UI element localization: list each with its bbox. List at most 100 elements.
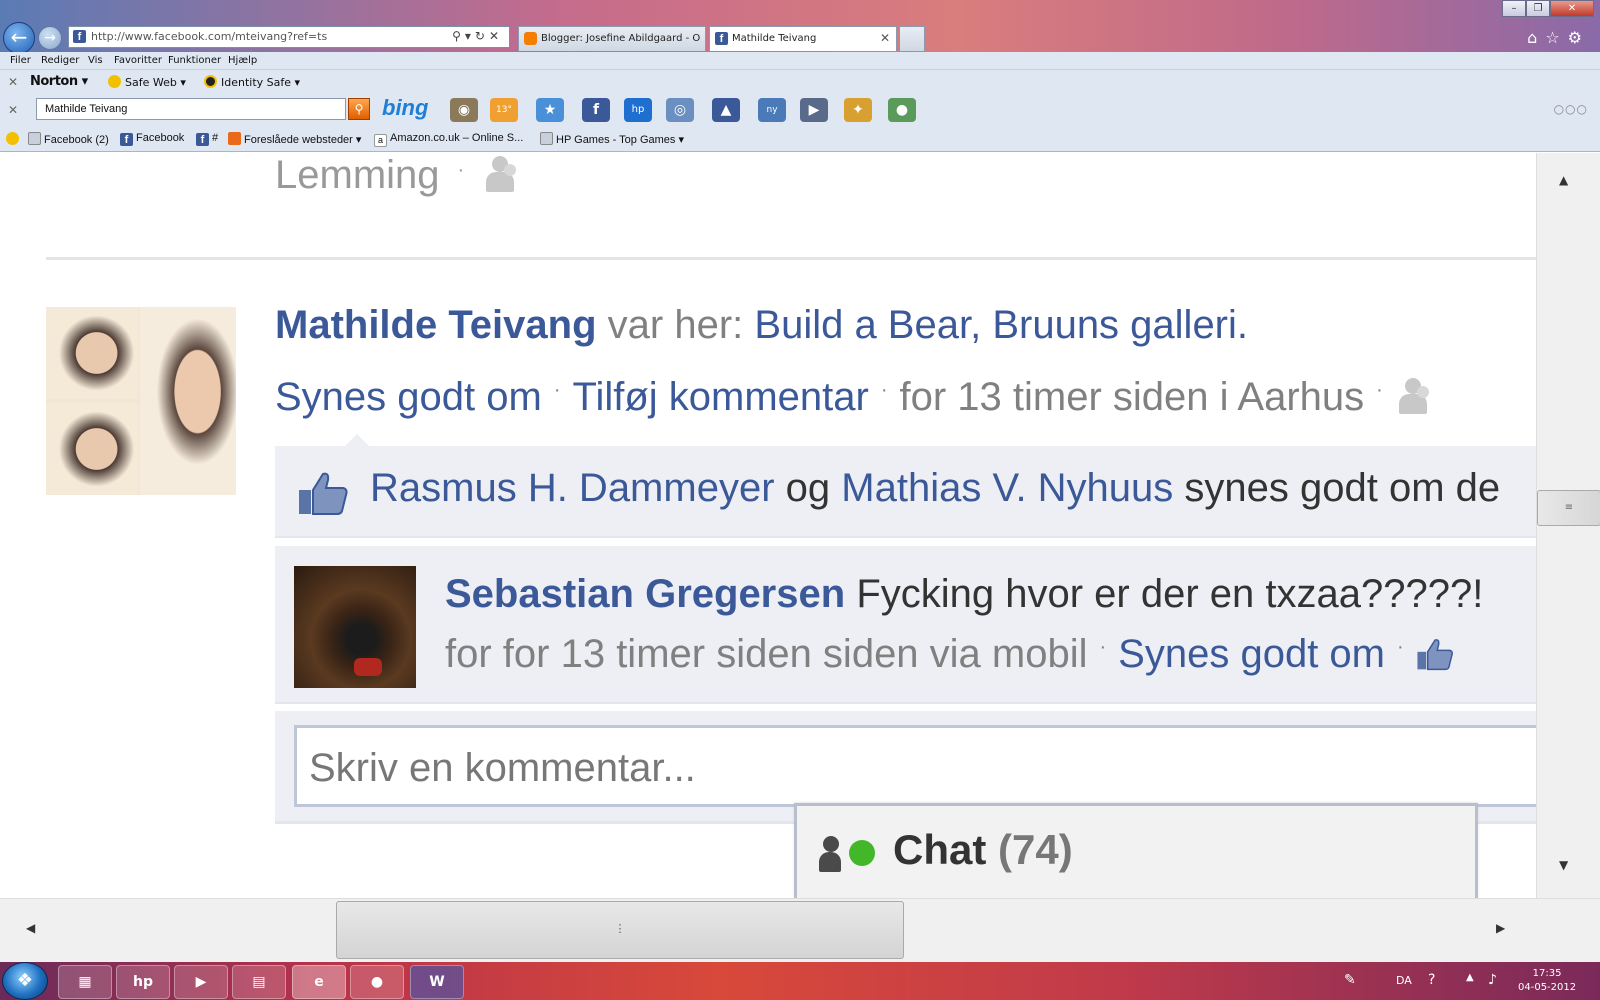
norton-logo[interactable]: Norton ▾ [30,74,88,89]
page-icon [28,132,41,145]
friends-audience-icon[interactable] [1395,376,1435,416]
favorites-star-icon[interactable]: ☆ [1545,28,1567,47]
scroll-left-arrow-icon[interactable]: ◀ [26,921,35,935]
close-window-button[interactable]: ✕ [1550,0,1594,17]
liker-link[interactable]: Rasmus H. Dammeyer [370,466,775,510]
vertical-scrollbar[interactable]: ▲ ≡ ▼ [1536,153,1600,898]
tab-mathilde-teivang[interactable]: f Mathilde Teivang ✕ [709,26,897,51]
help-icon[interactable]: ? [1428,972,1435,988]
close-search-toolbar-icon[interactable]: ✕ [8,103,18,117]
hp-icon[interactable]: hp [624,98,652,122]
horizontal-scrollbar[interactable]: ◀ ⋮ ▶ [0,898,1600,962]
close-toolbar-icon[interactable]: ✕ [8,75,18,89]
news-icon[interactable]: ny [758,98,786,122]
separator-dot: · [1099,636,1107,658]
window-controls: – ❐ ✕ [1502,0,1594,18]
back-button[interactable]: ← [3,22,35,54]
tray-expand-icon[interactable]: ▲ [1466,972,1474,983]
profile-picture[interactable] [46,307,236,495]
media-player-taskbar-icon[interactable]: ▶ [174,965,228,999]
car-icon[interactable]: ◉ [450,98,478,122]
weather-icon[interactable]: 13° [490,98,518,122]
add-favorite-star-icon[interactable] [6,132,22,146]
start-button[interactable]: ❖ [2,962,48,1000]
notepad-taskbar-icon[interactable]: ▤ [232,965,286,999]
vertical-scroll-thumb[interactable]: ≡ [1537,490,1600,526]
internet-explorer-taskbar-icon[interactable]: e [292,965,346,999]
search-input[interactable] [36,98,346,120]
liker-link[interactable]: Mathias V. Nyhuus [841,466,1173,510]
volume-icon[interactable]: ♪ [1488,972,1497,988]
bing-logo[interactable]: bing [382,95,428,121]
maximize-button[interactable]: ❐ [1526,0,1550,17]
pen-input-icon[interactable]: ✎ [1344,972,1356,988]
browser-tool-icons[interactable]: ⌂☆⚙ [1527,28,1590,47]
scroll-right-arrow-icon[interactable]: ▶ [1496,921,1505,935]
like-link[interactable]: Synes godt om [275,375,542,419]
games-icon[interactable]: ◎ [666,98,694,122]
minimize-button[interactable]: – [1502,0,1526,17]
explorer-taskbar-icon[interactable]: ▦ [58,965,112,999]
scroll-up-arrow-icon[interactable]: ▲ [1559,173,1568,187]
fav-hash[interactable]: f # [196,132,218,146]
new-tab-button[interactable] [899,26,925,51]
comment: Sebastian Gregersen Fycking hvor er der … [275,546,1536,704]
scroll-down-arrow-icon[interactable]: ▼ [1559,858,1568,872]
people-icon[interactable]: ● [888,98,916,122]
map-icon[interactable]: ★ [536,98,564,122]
identity-safe-label: Identity Safe [221,76,292,89]
close-tab-icon[interactable]: ✕ [880,31,890,45]
post-author-link[interactable]: Mathilde Teivang [275,303,597,347]
comment-input[interactable]: Skriv en kommentar... [294,725,1536,807]
like-thumb-icon[interactable]: ▲ [712,98,740,122]
sparkle-icon[interactable]: ✦ [844,98,872,122]
menu-rediger[interactable]: Rediger [41,55,79,66]
menu-filer[interactable]: Filer [10,55,31,66]
separator-dot: · [553,379,561,401]
fav-suggested-sites[interactable]: Foreslåede websteder ▾ [228,132,361,146]
input-language[interactable]: DA [1396,974,1412,987]
previous-post-name[interactable]: Lemming [275,153,440,197]
gear-icon[interactable]: ⚙ [1568,28,1590,47]
chat-bar[interactable]: Chat (74) [794,803,1478,899]
horizontal-scroll-thumb[interactable]: ⋮ [336,901,904,959]
comment-like-link[interactable]: Synes godt om [1118,632,1385,676]
post-timestamp[interactable]: for 13 timer siden i Aarhus [900,375,1365,419]
search-icon[interactable]: ⚲ [348,98,370,120]
word-taskbar-icon[interactable]: W [410,965,464,999]
friends-audience-icon[interactable] [482,154,522,194]
more-options-icon[interactable]: ○○○ [1554,102,1588,116]
facebook-icon[interactable]: f [582,98,610,122]
safe-web-button[interactable]: Safe Web ▾ [108,75,186,89]
menu-hjaelp[interactable]: Hjælp [228,55,257,66]
menu-favoritter[interactable]: Favoritter [114,55,162,66]
fav-hp-games[interactable]: HP Games - Top Games ▾ [540,132,684,146]
clock[interactable]: 17:35 04-05-2012 [1518,967,1576,995]
facebook-icon: f [715,32,728,45]
add-comment-link[interactable]: Tilføj kommentar [573,375,869,419]
fav-facebook[interactable]: f Facebook [120,132,184,146]
forward-button[interactable]: → [38,26,62,50]
amazon-icon: a [374,134,387,147]
hp-taskbar-icon[interactable]: hp [116,965,170,999]
tab-blogger[interactable]: Blogger: Josefine Abildgaard - Opret i..… [518,26,706,51]
facebook-favicon-icon: f [73,30,86,43]
fav-amazon[interactable]: a Amazon.co.uk – Online S... [374,132,523,147]
post-places-link[interactable]: Build a Bear, Bruuns galleri. [754,303,1248,347]
video-icon[interactable]: ▶ [800,98,828,122]
fav-facebook-2[interactable]: Facebook (2) [28,132,109,146]
home-icon[interactable]: ⌂ [1527,28,1545,47]
address-tools-icons[interactable]: ⚲▾↻✕ [452,29,503,43]
identity-safe-button[interactable]: Identity Safe ▾ [204,75,300,89]
blogger-icon [524,32,537,45]
search-toolbar: ✕ ⚲ bing ◉ 13° ★ f hp ◎ ▲ ny ▶ ✦ ● ○○○ [0,94,1600,128]
commenter-name-link[interactable]: Sebastian Gregersen [445,572,845,616]
comment-timestamp[interactable]: for for 13 timer siden siden via mobil [445,632,1088,676]
like-thumb-icon[interactable] [1416,637,1454,671]
menu-vis[interactable]: Vis [88,55,103,66]
menu-funktioner[interactable]: Funktioner [168,55,221,66]
commenter-avatar[interactable] [294,566,416,688]
address-bar[interactable]: f http://www.facebook.com/mteivang?ref=t… [68,26,510,48]
address-url[interactable]: http://www.facebook.com/mteivang?ref=ts [91,30,327,43]
messenger-taskbar-icon[interactable]: ● [350,965,404,999]
